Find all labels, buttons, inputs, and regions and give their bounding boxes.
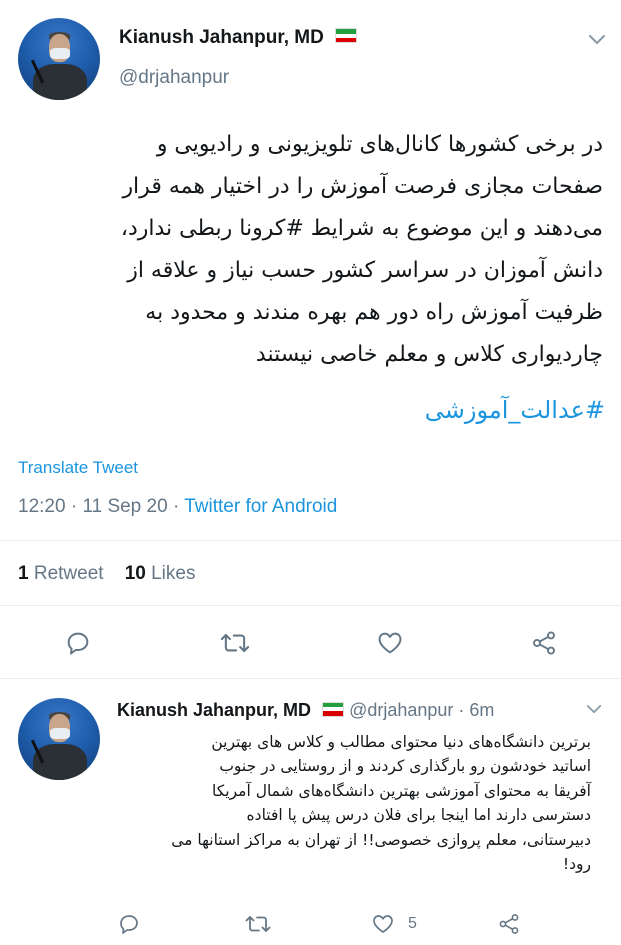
tweet-line: در برخی کشورها کانال‌های تلویزیونی و راد…	[156, 132, 603, 157]
divider	[0, 678, 621, 679]
tweet-text: در برخی کشورها کانال‌های تلویزیونی و راد…	[18, 124, 603, 376]
author-handle[interactable]: @drjahanpur	[119, 67, 229, 89]
iran-flag-icon	[322, 701, 345, 717]
tweet-stats: 1 Retweet 10 Likes	[18, 563, 195, 585]
tweet-line: چاردیواری کلاس و معلم خاصی نیستند	[255, 342, 603, 367]
reply-icon[interactable]	[117, 912, 141, 936]
share-icon[interactable]	[497, 912, 521, 936]
iran-flag-icon	[335, 28, 358, 44]
tweet-line: برترین دانشگاه‌های دنیا محتوای مطالب و ک…	[211, 733, 591, 751]
reply-icon[interactable]	[64, 629, 92, 657]
tweet-line: می‌دهند و این موضوع به شرایط #کرونا ربطی…	[120, 216, 603, 241]
avatar[interactable]	[18, 698, 100, 780]
reply-tweet-text: برترین دانشگاه‌های دنیا محتوای مطالب و ک…	[116, 730, 591, 876]
tweet-time: 12:20	[18, 496, 66, 517]
avatar[interactable]	[18, 18, 100, 100]
divider	[0, 540, 621, 541]
reply-author-handle[interactable]: @drjahanpur	[349, 700, 453, 720]
divider	[0, 605, 621, 606]
tweet-line: دبیرستانی، معلم پروازی خصوصی!! از تهران …	[171, 830, 591, 849]
retweet-icon[interactable]	[244, 912, 272, 936]
reply-like-count: 5	[408, 915, 417, 932]
tweet-line: صفحات مجازی فرصت آموزش را در اختیار همه …	[122, 174, 603, 199]
heart-icon[interactable]	[376, 629, 404, 657]
likes-stat[interactable]: 10 Likes	[125, 563, 196, 584]
reply-header: Kianush Jahanpur, MD @drjahanpur · 6m	[117, 700, 495, 720]
author-name[interactable]: Kianush Jahanpur, MD	[119, 27, 358, 49]
tweet-line: رود!	[562, 855, 591, 874]
reply-author-name[interactable]: Kianush Jahanpur, MD	[117, 700, 311, 720]
reply-age: 6m	[469, 700, 495, 720]
hashtag-link[interactable]: #عدالت_آموزشی	[425, 396, 605, 424]
retweet-icon[interactable]	[219, 629, 251, 657]
tweet-line: ظرفیت آموزش راه دور هم بهره مندند و محدو…	[145, 300, 603, 325]
tweet-meta: 12:20 · 11 Sep 20 · Twitter for Android	[18, 496, 338, 517]
tweet-line: اساتید خودشون رو بارگذاری کردند و از روس…	[219, 757, 591, 776]
tweet-source-link[interactable]: Twitter for Android	[184, 496, 337, 517]
tweet-date: 11 Sep 20	[82, 496, 168, 517]
chevron-down-icon[interactable]	[586, 704, 602, 715]
retweet-stat[interactable]: 1 Retweet	[18, 563, 104, 584]
share-icon[interactable]	[530, 629, 558, 657]
translate-tweet-link[interactable]: Translate Tweet	[18, 458, 138, 478]
heart-icon[interactable]	[371, 912, 395, 936]
tweet-line: دانش آموزان در سراسر کشور حسب نیاز و علا…	[127, 258, 603, 283]
tweet-line: دسترسی دارند اما اینجا برای فلان درس پیش…	[246, 806, 591, 825]
tweet-line: آفریقا به محتوای آموزشی بهترین دانشگاه‌ه…	[212, 781, 591, 800]
chevron-down-icon[interactable]	[588, 34, 606, 46]
